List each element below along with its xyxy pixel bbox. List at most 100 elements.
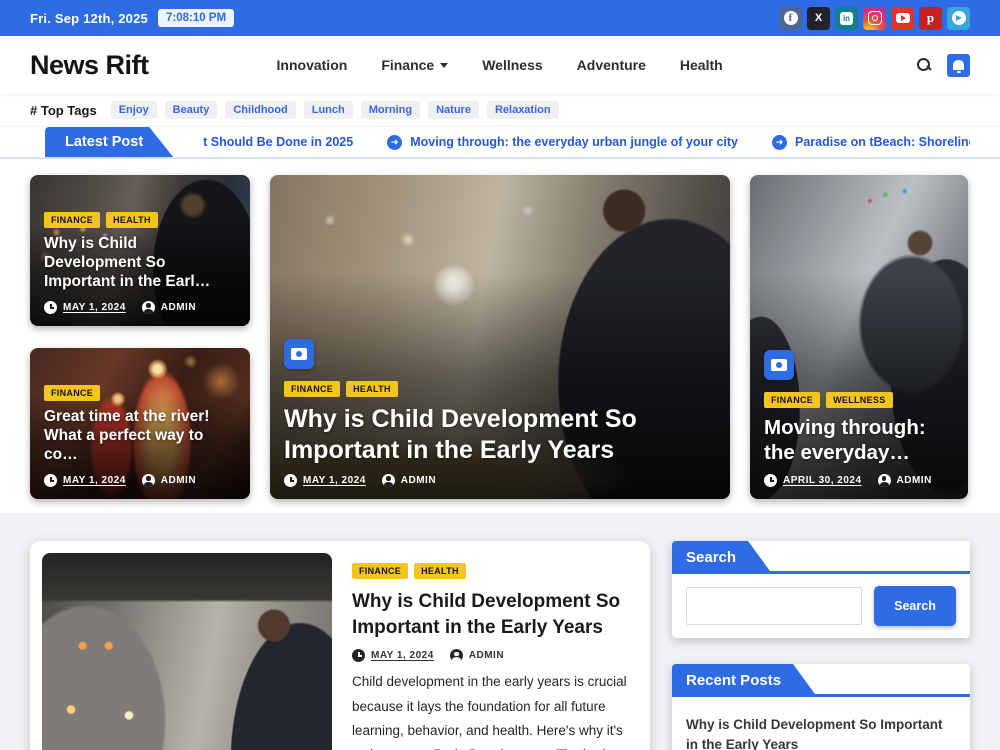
widget-header: Recent Posts <box>672 664 970 697</box>
nav-item-innovation[interactable]: Innovation <box>277 57 348 73</box>
post-date[interactable]: MAY 1, 2024 <box>284 474 366 487</box>
nav-label: Finance <box>381 57 434 73</box>
arrow-circle-icon: ➜ <box>387 135 402 150</box>
post-author-text: ADMIN <box>161 302 196 313</box>
clock-icon <box>44 474 57 487</box>
article-excerpt: Child development in the early years is … <box>352 670 638 750</box>
nav-item-finance[interactable]: Finance <box>381 57 448 73</box>
ticker-item-text: Paradise on tBeach: Shoreline Ensemble <box>795 135 970 149</box>
sidebar: Search Search Recent Posts Why is Child … <box>672 541 970 750</box>
post-title[interactable]: Great time at the river! What a perfect … <box>44 408 236 465</box>
nav-label: Adventure <box>577 57 646 73</box>
post-author-text: ADMIN <box>161 475 196 486</box>
chevron-down-icon <box>440 63 448 68</box>
post-title[interactable]: Why is Child Development So Important in… <box>284 404 716 465</box>
category-badge[interactable]: HEALTH <box>414 563 466 579</box>
nav-item-wellness[interactable]: Wellness <box>482 57 542 73</box>
nav-item-adventure[interactable]: Adventure <box>577 57 646 73</box>
featured-posts-grid: FINANCE HEALTH Why is Child Development … <box>0 159 1000 513</box>
category-badge[interactable]: FINANCE <box>44 385 100 401</box>
tag-morning[interactable]: Morning <box>361 101 420 119</box>
category-badges: FINANCE HEALTH <box>44 212 158 228</box>
nav-item-health[interactable]: Health <box>680 57 723 73</box>
ticker-item[interactable]: ➜ Moving through: the everyday urban jung… <box>387 135 738 150</box>
search-input[interactable] <box>686 587 862 625</box>
nav-label: Wellness <box>482 57 542 73</box>
category-badge[interactable]: FINANCE <box>284 381 340 397</box>
site-logo[interactable]: News Rift <box>30 50 149 81</box>
linkedin-icon[interactable]: in <box>835 7 858 30</box>
post-author[interactable]: ADMIN <box>382 474 436 487</box>
post-author[interactable]: ADMIN <box>450 649 504 662</box>
recent-post-link[interactable]: Why is Child Development So Important in… <box>672 697 970 750</box>
ticker-item[interactable]: ➜Paradise on tBeach: Shoreline Ensemble <box>772 135 970 150</box>
ticker-item-text: Moving through: the everyday urban jungl… <box>410 135 738 149</box>
widget-title: Search <box>672 541 772 574</box>
post-date[interactable]: MAY 1, 2024 <box>44 474 126 487</box>
tag-relaxation[interactable]: Relaxation <box>487 101 559 119</box>
telegram-glyph <box>952 11 966 25</box>
tag-childhood[interactable]: Childhood <box>225 101 295 119</box>
article-image <box>42 553 332 750</box>
featured-post-card[interactable]: FINANCE WELLNESS Moving through: the eve… <box>750 175 968 499</box>
post-date-text: MAY 1, 2024 <box>303 475 366 486</box>
camera-icon <box>764 350 794 380</box>
featured-post-card[interactable]: FINANCE Great time at the river! What a … <box>30 348 250 499</box>
user-icon <box>382 474 395 487</box>
camera-icon <box>284 339 314 369</box>
post-author[interactable]: ADMIN <box>142 474 196 487</box>
category-badge[interactable]: HEALTH <box>346 381 398 397</box>
category-badge[interactable]: FINANCE <box>44 212 100 228</box>
recent-posts-widget: Recent Posts Why is Child Development So… <box>672 664 970 750</box>
tag-enjoy[interactable]: Enjoy <box>111 101 157 119</box>
post-meta: MAY 1, 2024 ADMIN <box>284 474 436 487</box>
notifications-button[interactable] <box>947 54 970 77</box>
social-links: f X in p <box>779 7 970 30</box>
post-meta: MAY 1, 2024 ADMIN <box>44 474 196 487</box>
x-twitter-icon[interactable]: X <box>807 7 830 30</box>
post-date[interactable]: MAY 1, 2024 <box>352 649 434 662</box>
instagram-icon[interactable] <box>863 7 886 30</box>
featured-post-card[interactable]: FINANCE HEALTH Why is Child Development … <box>30 175 250 326</box>
post-title[interactable]: Moving through: the everyday… <box>764 415 954 465</box>
post-date[interactable]: MAY 1, 2024 <box>44 301 126 314</box>
tag-nature[interactable]: Nature <box>428 101 479 119</box>
telegram-icon[interactable] <box>947 7 970 30</box>
facebook-icon[interactable]: f <box>779 7 802 30</box>
post-date-text: MAY 1, 2024 <box>63 302 126 313</box>
pinterest-icon[interactable]: p <box>919 7 942 30</box>
post-author-text: ADMIN <box>401 475 436 486</box>
youtube-icon[interactable] <box>891 7 914 30</box>
tag-lunch[interactable]: Lunch <box>304 101 353 119</box>
article-meta: MAY 1, 2024 ADMIN <box>352 649 638 662</box>
post-date[interactable]: APRIL 30, 2024 <box>764 474 862 487</box>
ticker-item-text: t Should Be Done in 2025 <box>203 135 353 149</box>
widget-header: Search <box>672 541 970 574</box>
featured-post-card-main[interactable]: FINANCE HEALTH Why is Child Development … <box>270 175 730 499</box>
post-date-text: MAY 1, 2024 <box>371 650 434 661</box>
article-card[interactable]: FINANCE HEALTH Why is Child Development … <box>30 541 650 750</box>
category-badges: FINANCE HEALTH <box>352 563 638 579</box>
category-badge[interactable]: WELLNESS <box>826 392 892 408</box>
search-submit-button[interactable]: Search <box>874 586 956 626</box>
linkedin-glyph: in <box>840 12 853 25</box>
latest-post-flag: Latest Post <box>45 127 173 157</box>
tag-beauty[interactable]: Beauty <box>165 101 218 119</box>
user-icon <box>142 474 155 487</box>
post-date-text: MAY 1, 2024 <box>63 475 126 486</box>
post-author[interactable]: ADMIN <box>142 301 196 314</box>
ticker-item[interactable]: t Should Be Done in 2025 <box>203 135 353 149</box>
search-icon[interactable] <box>916 57 933 74</box>
category-badge[interactable]: FINANCE <box>764 392 820 408</box>
category-badges: FINANCE HEALTH <box>284 381 398 397</box>
article-title[interactable]: Why is Child Development So Important in… <box>352 589 638 640</box>
post-author[interactable]: ADMIN <box>878 474 932 487</box>
post-title[interactable]: Why is Child Development So Important in… <box>44 235 236 292</box>
user-icon <box>450 649 463 662</box>
category-badge[interactable]: FINANCE <box>352 563 408 579</box>
user-icon <box>142 301 155 314</box>
clock-icon <box>44 301 57 314</box>
top-bar: Fri. Sep 12th, 2025 7:08:10 PM f X in p <box>0 0 1000 36</box>
category-badge[interactable]: HEALTH <box>106 212 158 228</box>
site-header: News Rift Innovation Finance Wellness Ad… <box>0 36 1000 94</box>
